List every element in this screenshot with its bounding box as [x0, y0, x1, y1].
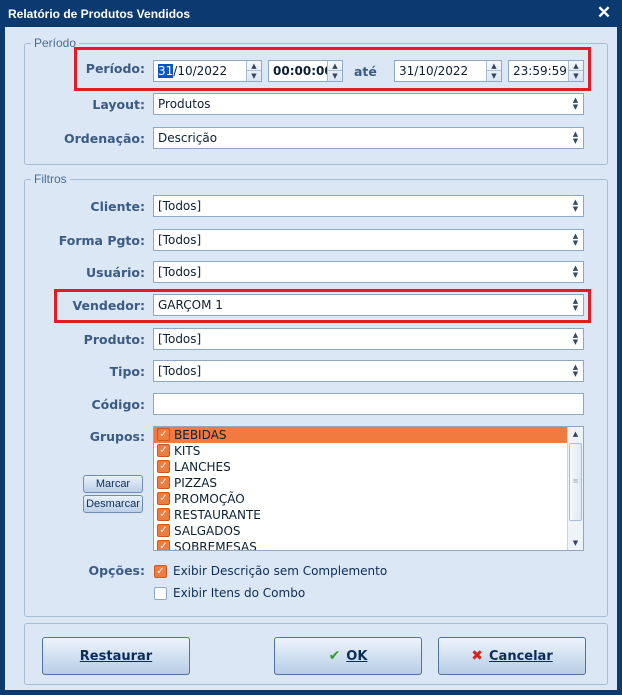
opcoes-label: Opções: — [88, 563, 146, 578]
date-to-field[interactable]: 31/10/2022 ▲ ▼ — [394, 60, 502, 82]
usuario-select[interactable]: [Todos] ▲ ▼ — [153, 261, 584, 283]
list-item[interactable]: ✓ KITS — [154, 443, 583, 459]
ok-button[interactable]: ✔ OK — [274, 637, 422, 675]
checkbox-checked-icon[interactable]: ✓ — [157, 508, 170, 521]
updown-arrows-icon[interactable]: ▲ ▼ — [568, 230, 583, 250]
grupos-scrollbar[interactable]: ▲ ≡ ▼ — [567, 427, 583, 550]
checkbox-checked-icon[interactable]: ✓ — [157, 460, 170, 473]
date-from-rest: /10/2022 — [173, 64, 228, 78]
vendedor-value: GARÇOM 1 — [158, 298, 223, 312]
restaurar-button[interactable]: Restaurar — [42, 637, 190, 675]
checkbox-checked-icon[interactable]: ✓ — [157, 428, 170, 441]
spin-down-icon[interactable]: ▼ — [247, 71, 261, 81]
x-cancel-icon: ✖ — [471, 648, 483, 664]
updown-arrows-icon[interactable]: ▲ ▼ — [568, 262, 583, 282]
scroll-down-icon[interactable]: ▼ — [568, 536, 583, 550]
time-from-value: 00:00:00 — [273, 64, 333, 78]
checkbox-checked-icon[interactable]: ✓ — [157, 444, 170, 457]
title-bar: Relatório de Produtos Vendidos ✕ — [0, 0, 622, 27]
produto-select[interactable]: [Todos] ▲ ▼ — [153, 328, 584, 350]
marcar-button[interactable]: Marcar — [83, 475, 143, 493]
updown-arrows-icon[interactable]: ▲ ▼ — [568, 295, 583, 315]
date-from-day-selected: 31 — [158, 64, 174, 78]
cancelar-button[interactable]: ✖ Cancelar — [438, 637, 586, 675]
checkmark-icon: ✔ — [328, 648, 341, 664]
desmarcar-button[interactable]: Desmarcar — [83, 495, 143, 513]
ordenacao-value: Descrição — [158, 131, 218, 145]
list-item[interactable]: ✓ PROMOÇÃO — [154, 491, 583, 507]
codigo-input[interactable] — [153, 393, 584, 415]
list-item[interactable]: ✓ BEBIDAS — [154, 427, 583, 443]
time-to-field[interactable]: 23:59:59 ▲ ▼ — [508, 60, 584, 82]
ordenacao-select[interactable]: Descrição ▲ ▼ — [153, 127, 584, 149]
checkbox-checked-icon[interactable]: ✓ — [157, 476, 170, 489]
ate-label: até — [354, 64, 377, 79]
spin-down-icon[interactable]: ▼ — [569, 71, 583, 81]
tipo-label: Tipo: — [109, 364, 145, 379]
spin-up-icon[interactable]: ▲ — [487, 61, 501, 71]
checkbox-checked-icon[interactable]: ✓ — [157, 492, 170, 505]
updown-arrows-icon[interactable]: ▲ ▼ — [568, 128, 583, 148]
time-to-spinner[interactable]: ▲ ▼ — [568, 61, 583, 81]
codigo-label: Código: — [91, 397, 145, 412]
list-item[interactable]: ✓ SALGADOS — [154, 523, 583, 539]
checkbox-checked-icon[interactable]: ✓ — [157, 524, 170, 537]
forma-pgto-select[interactable]: [Todos] ▲ ▼ — [153, 229, 584, 251]
forma-pgto-label: Forma Pgto: — [58, 233, 145, 248]
filtros-legend: Filtros — [31, 172, 70, 186]
cliente-select[interactable]: [Todos] ▲ ▼ — [153, 195, 584, 217]
scroll-up-icon[interactable]: ▲ — [568, 427, 583, 441]
spin-up-icon[interactable]: ▲ — [247, 61, 261, 71]
periodo-legend: Período — [31, 36, 80, 50]
option-descricao-label: Exibir Descrição sem Complemento — [173, 564, 388, 578]
updown-arrows-icon[interactable]: ▲ ▼ — [568, 196, 583, 216]
usuario-value: [Todos] — [158, 265, 202, 279]
spin-down-icon[interactable]: ▼ — [487, 71, 501, 81]
forma-pgto-value: [Todos] — [158, 233, 202, 247]
close-icon[interactable]: ✕ — [596, 3, 612, 23]
list-item[interactable]: ✓ LANCHES — [154, 459, 583, 475]
list-item[interactable]: ✓ RESTAURANTE — [154, 507, 583, 523]
usuario-label: Usuário: — [86, 265, 145, 280]
grupos-label: Grupos: — [89, 429, 145, 444]
ordenacao-label: Ordenação: — [64, 131, 145, 146]
produto-label: Produto: — [83, 332, 145, 347]
date-from-field[interactable]: 31/10/2022 ▲ ▼ — [153, 60, 262, 82]
produto-value: [Todos] — [158, 332, 202, 346]
layout-select[interactable]: Produtos ▲ ▼ — [153, 93, 584, 115]
scroll-thumb[interactable]: ≡ — [569, 443, 582, 521]
checkbox-checked-icon[interactable]: ✓ — [154, 565, 167, 578]
spin-up-icon[interactable]: ▲ — [328, 61, 342, 71]
time-from-spinner[interactable]: ▲ ▼ — [327, 61, 342, 81]
updown-arrows-icon[interactable]: ▲ ▼ — [568, 329, 583, 349]
option-itens-combo-label: Exibir Itens do Combo — [173, 586, 306, 600]
checkbox-checked-icon[interactable]: ✓ — [157, 540, 170, 550]
vendedor-label: Vendedor: — [72, 298, 146, 313]
list-item[interactable]: ✓ SOBREMESAS — [154, 539, 583, 550]
updown-arrows-icon[interactable]: ▲ ▼ — [568, 361, 583, 381]
window-title: Relatório de Produtos Vendidos — [8, 7, 191, 21]
list-item[interactable]: ✓ PIZZAS — [154, 475, 583, 491]
time-to-value: 23:59:59 — [513, 64, 567, 78]
cliente-value: [Todos] — [158, 199, 202, 213]
tipo-value: [Todos] — [158, 364, 202, 378]
periodo-label: Período: — [85, 61, 145, 76]
tipo-select[interactable]: [Todos] ▲ ▼ — [153, 360, 584, 382]
spin-up-icon[interactable]: ▲ — [569, 61, 583, 71]
grupos-list[interactable]: ✓ BEBIDAS ✓ KITS ✓ LANCHES ✓ PIZZAS ✓ PROMOÇÃ… — [153, 426, 584, 551]
updown-arrows-icon[interactable]: ▲ ▼ — [568, 94, 583, 114]
date-from-spinner[interactable]: ▲ ▼ — [246, 61, 261, 81]
layout-value: Produtos — [158, 97, 211, 111]
time-from-field[interactable]: 00:00:00 ▲ ▼ — [268, 60, 343, 82]
vendedor-select[interactable]: GARÇOM 1 ▲ ▼ — [153, 294, 584, 316]
date-to-spinner[interactable]: ▲ ▼ — [486, 61, 501, 81]
cliente-label: Cliente: — [90, 199, 145, 214]
dialog-body: Período Período: 31/10/2022 ▲ ▼ 00:00:00 … — [5, 27, 617, 690]
checkbox-unchecked-icon[interactable] — [154, 587, 167, 600]
date-to-value: 31/10/2022 — [399, 64, 469, 78]
layout-label: Layout: — [92, 97, 145, 112]
spin-down-icon[interactable]: ▼ — [328, 71, 342, 81]
